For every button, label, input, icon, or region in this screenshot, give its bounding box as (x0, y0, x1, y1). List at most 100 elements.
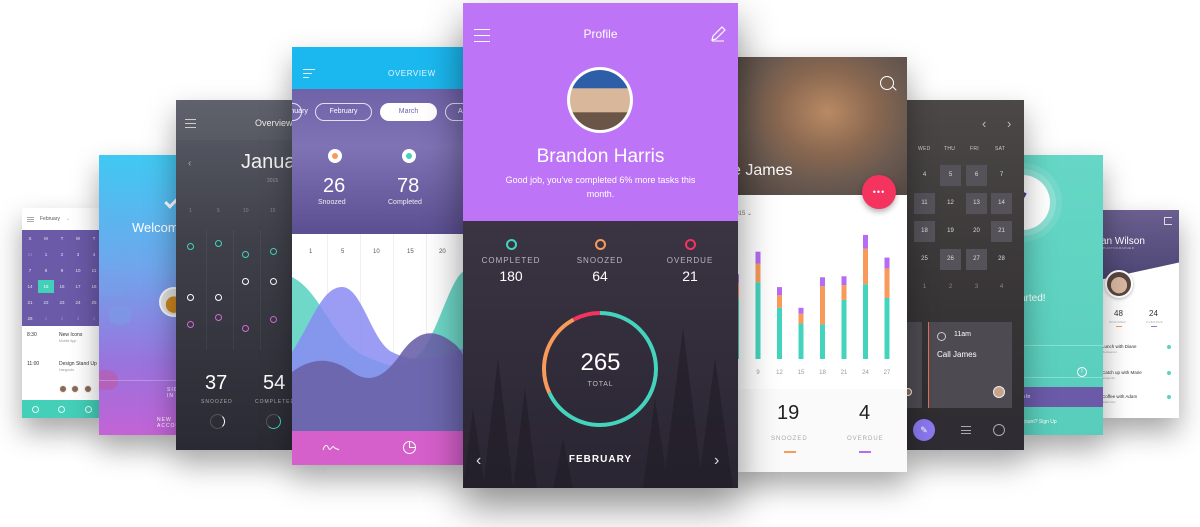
calendar-day[interactable]: 4 (991, 277, 1012, 298)
bar-overdue-27[interactable] (884, 257, 890, 269)
menu-icon[interactable] (27, 216, 34, 222)
search-icon[interactable] (880, 76, 894, 90)
check-icon[interactable] (31, 405, 39, 413)
calendar-day[interactable]: 4 (914, 165, 935, 186)
bar-overdue-21[interactable] (841, 276, 847, 286)
completed-dot[interactable] (215, 240, 222, 247)
bar-completed-21[interactable] (841, 299, 847, 359)
history-icon[interactable] (993, 424, 1005, 436)
event-card[interactable]: 11am Call James (928, 322, 1012, 408)
calendar-day[interactable]: 28 (991, 249, 1012, 270)
info-icon[interactable]: ! (1077, 367, 1087, 377)
list-item[interactable]: Lunch with Diane Restaurant (1102, 344, 1137, 354)
bar-overdue-12[interactable] (777, 287, 782, 295)
completed-dot[interactable] (270, 248, 277, 255)
calendar-day[interactable]: 2 (54, 252, 70, 257)
add-icon[interactable] (58, 405, 66, 413)
list-item[interactable]: Catch up with Marie Hangouts (1102, 370, 1142, 380)
bar-snoozed-9[interactable] (755, 263, 761, 283)
event-item[interactable]: 11:00 Design Stand Up Hangouts (27, 361, 97, 372)
overdue-dot[interactable] (270, 316, 277, 323)
calendar-day[interactable]: 14 (991, 193, 1012, 214)
bar-snoozed-24[interactable] (863, 248, 868, 285)
calendar-day[interactable]: 27 (966, 249, 987, 270)
next-month-icon[interactable]: › (1007, 116, 1011, 131)
calendar-day[interactable]: 7 (991, 165, 1012, 186)
sign-up-link[interactable]: ccount? Sign Up (1020, 419, 1057, 425)
clock-icon[interactable] (85, 405, 93, 413)
calendar-day[interactable]: 1 (914, 277, 935, 298)
bar-snoozed-21[interactable] (841, 285, 847, 300)
bar-completed-9[interactable] (755, 282, 761, 359)
list-icon[interactable] (961, 426, 971, 434)
calendar-day[interactable]: 17 (70, 284, 86, 289)
bar-snoozed-15[interactable] (798, 313, 804, 324)
calendar-day[interactable]: 16 (54, 284, 70, 289)
calendar-day[interactable]: 2 (940, 277, 961, 298)
bar-completed-18[interactable] (820, 324, 825, 359)
calendar-day[interactable]: 19 (940, 221, 961, 242)
calendar-day[interactable]: 31 (22, 252, 38, 257)
calendar-day[interactable]: 12 (940, 193, 961, 214)
month-selector[interactable]: February (40, 216, 60, 222)
calendar-day[interactable]: 18 (914, 221, 935, 242)
completed-dot[interactable] (187, 243, 194, 250)
snoozed-dot[interactable] (187, 294, 194, 301)
previous-month-icon[interactable]: ‹ (188, 158, 191, 169)
line-chart-icon[interactable] (322, 442, 340, 452)
logout-icon[interactable] (1164, 217, 1172, 225)
calendar-day[interactable]: 2 (54, 316, 70, 321)
calendar-day[interactable]: 28 (22, 316, 38, 321)
add-task-button[interactable]: ✎ (913, 419, 935, 441)
bar-overdue-24[interactable] (863, 234, 868, 249)
bar-completed-12[interactable] (777, 307, 782, 359)
month-tab-active[interactable]: March (380, 103, 437, 121)
overdue-dot[interactable] (187, 321, 194, 328)
bar-snoozed-18[interactable] (820, 286, 825, 325)
calendar-day[interactable]: 3 (70, 316, 86, 321)
calendar-day[interactable]: 8 (38, 268, 54, 273)
bar-overdue-9[interactable] (755, 251, 761, 264)
chevron-down-icon[interactable]: ⌄ (66, 216, 70, 222)
more-options-button[interactable]: ••• (862, 175, 896, 209)
completed-dot[interactable] (242, 251, 249, 258)
bar-completed-27[interactable] (884, 297, 890, 359)
sign-in-button[interactable]: n In (1020, 387, 1103, 407)
overdue-dot[interactable] (215, 314, 222, 321)
calendar-day[interactable]: 23 (54, 300, 70, 305)
calendar-day[interactable]: 25 (914, 249, 935, 270)
calendar-day[interactable]: 21 (22, 300, 38, 305)
menu-icon[interactable] (185, 119, 196, 128)
calendar-day[interactable]: 3 (966, 277, 987, 298)
calendar-day[interactable]: 9 (54, 268, 70, 273)
bar-snoozed-27[interactable] (884, 268, 890, 298)
edit-pencil-icon[interactable] (709, 25, 727, 43)
calendar-day[interactable]: 26 (940, 249, 961, 270)
calendar-day[interactable]: 20 (966, 221, 987, 242)
snoozed-dot[interactable] (215, 294, 222, 301)
next-month-button[interactable]: › (714, 452, 719, 470)
list-item[interactable]: Coffee with Adam Starbucks (1102, 394, 1137, 404)
bar-completed-15[interactable] (798, 323, 804, 359)
bar-overdue-18[interactable] (820, 277, 825, 287)
calendar-day[interactable]: 22 (38, 300, 54, 305)
calendar-day[interactable]: 10 (70, 268, 86, 273)
calendar-day[interactable]: 7 (22, 268, 38, 273)
calendar-day[interactable]: 1 (38, 252, 54, 257)
calendar-day[interactable]: 1 (38, 316, 54, 321)
month-tab[interactable]: February (315, 103, 372, 121)
pie-chart-icon[interactable] (402, 440, 417, 455)
calendar-day[interactable]: 6 (966, 165, 987, 186)
calendar-day[interactable]: 21 (991, 221, 1012, 242)
calendar-day[interactable]: 14 (22, 284, 38, 289)
calendar-day[interactable]: 11 (914, 193, 935, 214)
calendar-day[interactable]: 3 (70, 252, 86, 257)
calendar-day[interactable]: 13 (966, 193, 987, 214)
filter-menu-icon[interactable] (303, 69, 315, 79)
snoozed-dot[interactable] (242, 278, 249, 285)
bar-snoozed-12[interactable] (777, 295, 782, 308)
previous-month-icon[interactable]: ‹ (982, 116, 986, 131)
profile-avatar[interactable] (1105, 270, 1133, 298)
calendar-day-selected[interactable]: 15 (38, 279, 54, 293)
bar-overdue-15[interactable] (798, 307, 804, 314)
